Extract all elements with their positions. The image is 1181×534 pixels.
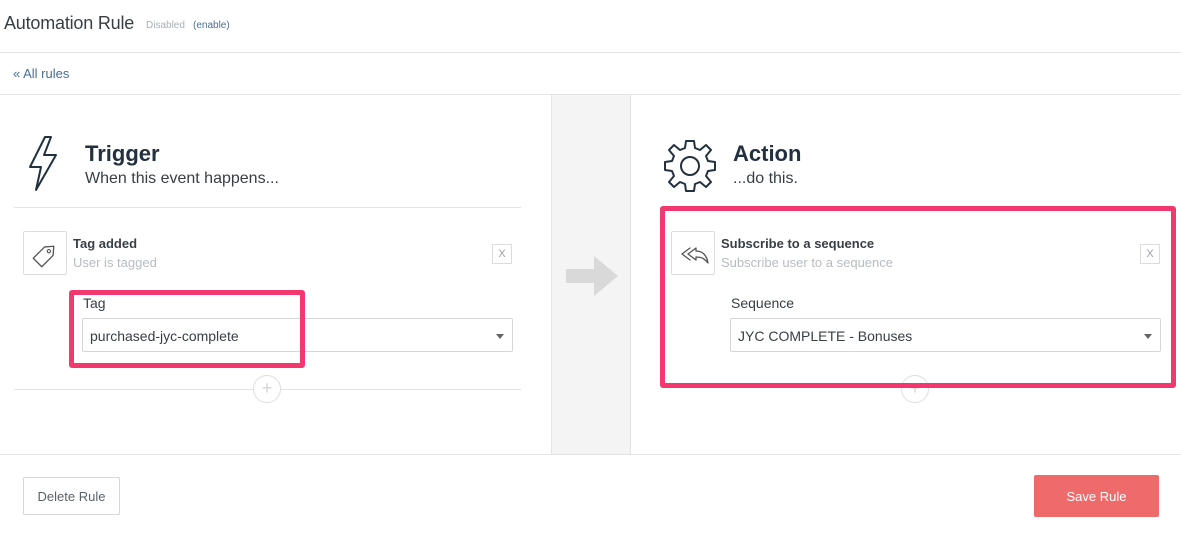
sequence-field-label: Sequence	[731, 295, 795, 311]
sequence-select-value: JYC COMPLETE - Bonuses	[738, 328, 913, 344]
caret-down-icon	[496, 334, 504, 339]
reply-all-icon	[681, 247, 709, 264]
tag-icon	[32, 245, 55, 268]
delete-rule-button[interactable]: Delete Rule	[23, 477, 120, 515]
add-trigger-button[interactable]: +	[253, 375, 281, 403]
trigger-subtitle: When this event happens...	[85, 170, 279, 187]
action-card-description: Subscribe user to a sequence	[721, 255, 893, 270]
page-title: Automation Rule	[4, 13, 135, 33]
all-rules-link[interactable]: « All rules	[13, 66, 69, 81]
page-header: Automation Rule Disabled (enable)	[0, 0, 1181, 53]
save-rule-button[interactable]: Save Rule	[1034, 475, 1159, 517]
gear-icon	[662, 138, 718, 199]
lightning-bolt-icon	[26, 135, 60, 198]
sequence-select[interactable]: JYC COMPLETE - Bonuses	[730, 318, 1161, 352]
action-title: Action	[733, 141, 802, 166]
tag-select-value: purchased-jyc-complete	[90, 328, 239, 344]
status-badge: Disabled	[146, 20, 185, 31]
tag-select[interactable]: purchased-jyc-complete	[82, 318, 513, 352]
add-action-button[interactable]: +	[901, 375, 929, 403]
trigger-title: Trigger	[85, 141, 160, 166]
trigger-card-description: User is tagged	[73, 255, 157, 270]
trigger-divider	[14, 207, 521, 208]
action-subtitle: ...do this.	[733, 170, 798, 187]
tag-icon-box	[23, 231, 67, 275]
enable-link[interactable]: (enable)	[193, 20, 230, 31]
remove-action-button[interactable]: X	[1140, 244, 1160, 264]
flow-separator	[551, 95, 631, 454]
tag-field-label: Tag	[83, 295, 106, 311]
remove-trigger-button[interactable]: X	[492, 244, 512, 264]
action-card-title: Subscribe to a sequence	[721, 236, 875, 251]
footer-divider	[0, 454, 1181, 455]
reply-all-icon-box	[671, 231, 715, 275]
trigger-card-title: Tag added	[73, 236, 138, 251]
caret-down-icon	[1144, 334, 1152, 339]
arrow-right-icon	[566, 256, 618, 296]
